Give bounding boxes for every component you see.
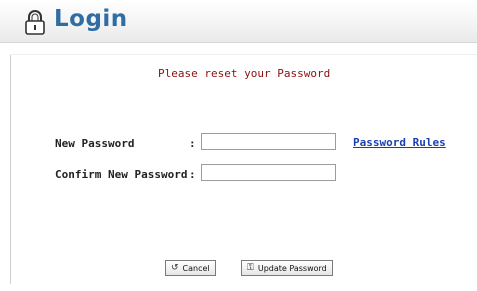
- panel-top-border: [10, 54, 477, 55]
- new-password-input[interactable]: [201, 133, 336, 150]
- page-title: Login: [54, 6, 128, 32]
- cancel-button-label: Cancel: [182, 263, 210, 273]
- update-password-button-label: Update Password: [257, 263, 327, 273]
- new-password-label: New Password: [55, 137, 135, 150]
- confirm-password-colon: :: [189, 168, 196, 181]
- page-header: Login: [0, 0, 477, 43]
- confirm-password-input[interactable]: [201, 164, 336, 181]
- key-icon: ⚿: [247, 263, 254, 273]
- password-rules-link[interactable]: Password Rules: [353, 136, 446, 149]
- cancel-button[interactable]: ↺ Cancel: [165, 260, 216, 276]
- panel-border: [10, 54, 11, 284]
- lock-icon: [25, 10, 45, 35]
- cancel-icon: ↺: [171, 263, 179, 273]
- reset-message: Please reset your Password: [158, 67, 331, 80]
- confirm-password-label: Confirm New Password: [55, 168, 188, 181]
- new-password-colon: :: [189, 137, 196, 150]
- update-password-button[interactable]: ⚿ Update Password: [241, 260, 333, 276]
